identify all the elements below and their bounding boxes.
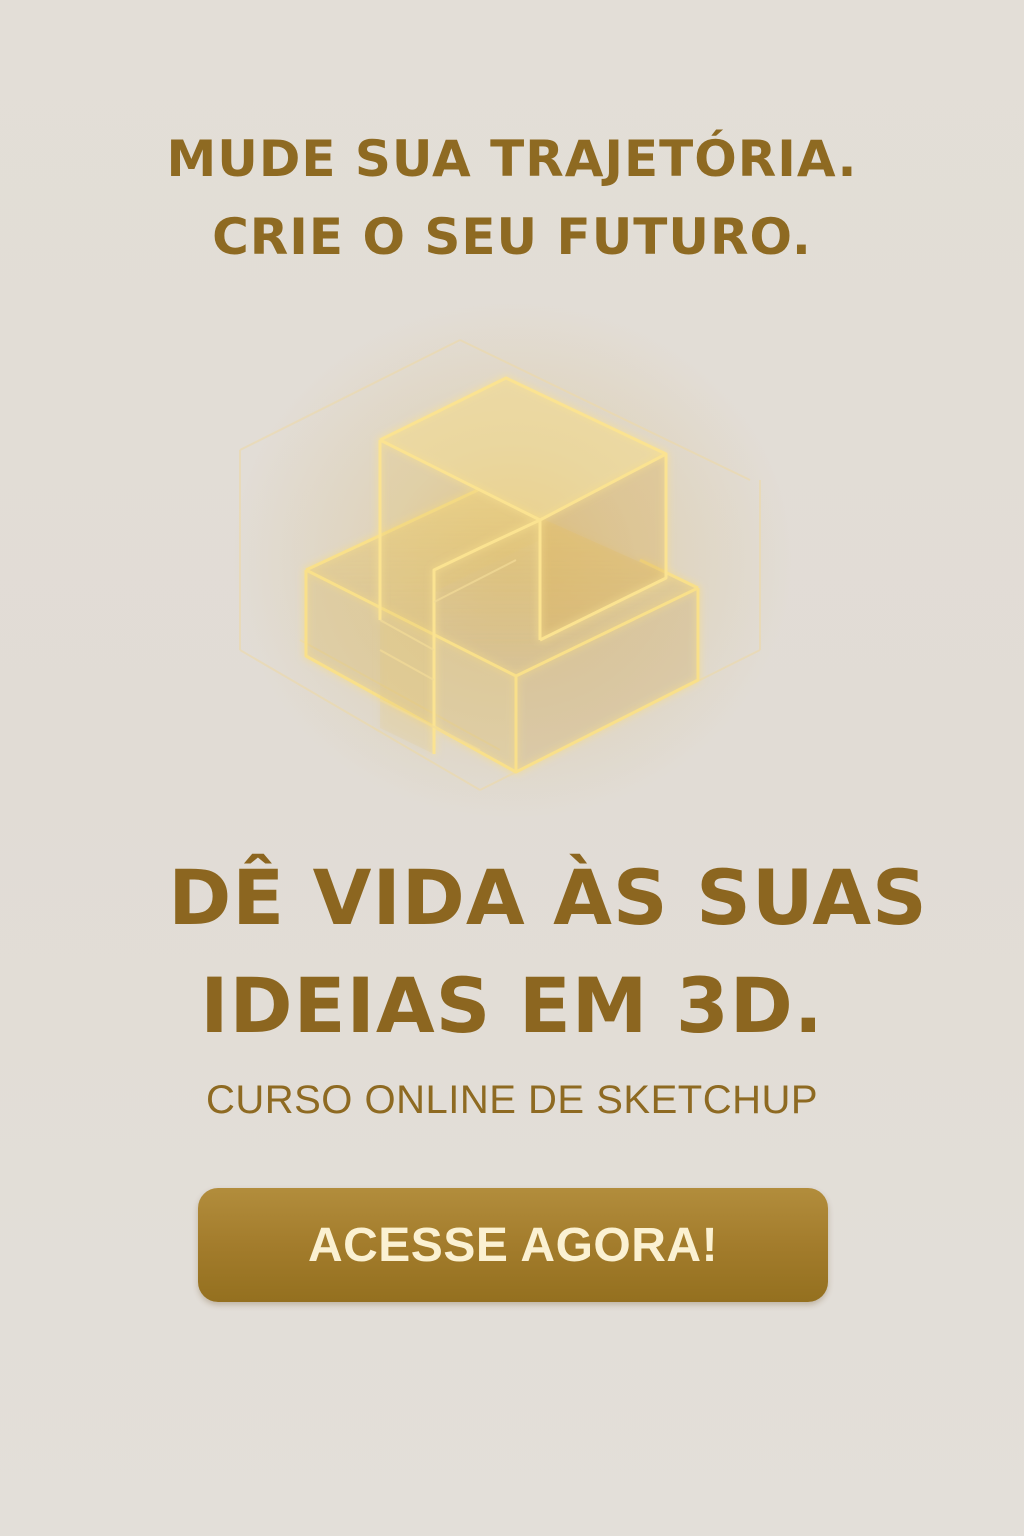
ad-page: MUDE SUA TRAJETÓRIA. CRIE O SEU FUTURO. (0, 0, 1024, 1536)
headline-line-1: MUDE SUA TRAJETÓRIA. (166, 130, 858, 188)
main-title-line-1: DÊ VIDA ÀS SUAS (168, 853, 928, 942)
access-now-button-label: ACESSE AGORA! (307, 1218, 719, 1272)
headline-line-2: CRIE O SEU FUTURO. (212, 208, 812, 266)
main-title-line-2: IDEIAS EM 3D. (200, 961, 824, 1050)
access-now-button[interactable]: ACESSE AGORA! (198, 1188, 828, 1302)
course-subtitle: CURSO ONLINE DE SKETCHUP (205, 1078, 819, 1122)
glowing-3d-blocks-icon (239, 339, 761, 791)
